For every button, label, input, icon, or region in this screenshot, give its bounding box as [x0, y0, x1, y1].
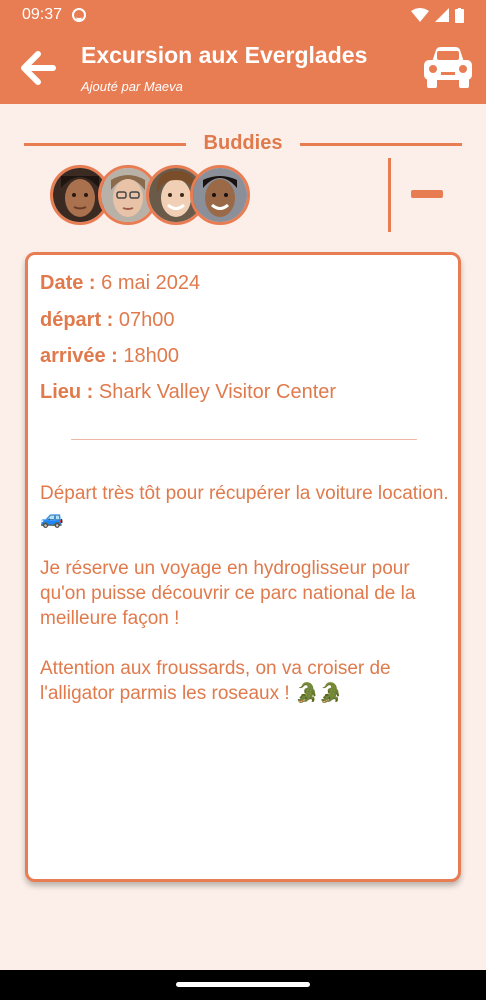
- card-divider: [71, 439, 417, 440]
- signal-icon: [435, 8, 449, 22]
- depart-label: départ :: [40, 309, 114, 331]
- buddies-divider: [388, 158, 391, 232]
- page-title: Excursion aux Everglades: [81, 42, 368, 68]
- arrivee-row: arrivée : 18h00: [40, 345, 179, 368]
- battery-icon: [455, 7, 464, 23]
- notification-icon: [72, 8, 87, 22]
- depart-value: 07h00: [118, 309, 175, 331]
- remove-buddy-button[interactable]: [411, 190, 443, 198]
- wifi-icon: [411, 8, 429, 22]
- lieu-value: Shark Valley Visitor Center: [98, 381, 337, 403]
- lieu-label: Lieu :: [40, 381, 94, 403]
- status-bar: 09:37: [0, 0, 486, 30]
- date-value: 6 mai 2024: [101, 272, 201, 294]
- page-subtitle: Ajouté par Maeva: [81, 79, 183, 94]
- arrow-left-icon[interactable]: [20, 50, 56, 86]
- date-label: Date :: [40, 272, 96, 294]
- date-row: Date : 6 mai 2024: [40, 272, 200, 295]
- description-paragraph-2: Je réserve un voyage en hydroglisseur po…: [40, 558, 416, 629]
- description-paragraph-1: Départ très tôt pour récupérer la voitur…: [40, 483, 449, 529]
- excursion-description: Départ très tôt pour récupérer la voitur…: [40, 481, 450, 706]
- status-right: [411, 7, 464, 23]
- arrivee-value: 18h00: [123, 345, 180, 367]
- car-icon[interactable]: [422, 44, 474, 90]
- buddies-line-right: [300, 143, 462, 146]
- buddies-header: Buddies: [24, 132, 462, 158]
- excursion-card: Date : 6 mai 2024 départ : 07h00 arrivée…: [25, 252, 461, 882]
- status-time: 09:37: [22, 6, 63, 23]
- home-handle[interactable]: [176, 982, 310, 987]
- depart-row: départ : 07h00: [40, 309, 175, 332]
- app-bar: Excursion aux Everglades Ajouté par Maev…: [0, 30, 486, 104]
- description-paragraph-3: Attention aux froussards, on va croiser …: [40, 658, 391, 704]
- avatar-buddy-4[interactable]: [190, 165, 250, 225]
- lieu-row: Lieu : Shark Valley Visitor Center: [40, 381, 336, 404]
- arrivee-label: arrivée :: [40, 345, 118, 367]
- buddies-avatars: [50, 165, 250, 227]
